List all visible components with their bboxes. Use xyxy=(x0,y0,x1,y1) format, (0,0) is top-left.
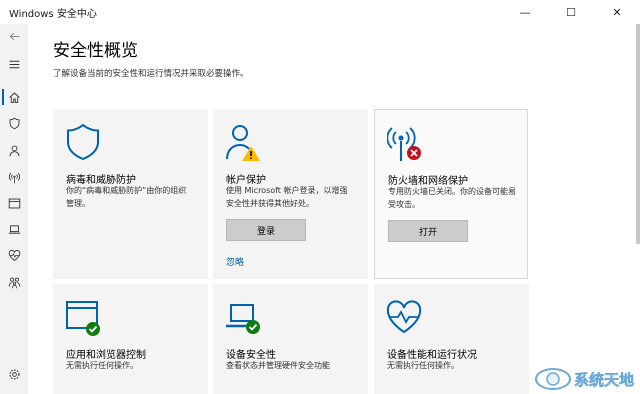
browser-check-icon xyxy=(66,301,100,336)
title-bar: Windows 安全中心 — ☐ ✕ xyxy=(0,0,640,24)
tile-description: 无需执行任何操作。 xyxy=(387,361,459,370)
turn-on-button[interactable]: 打开 xyxy=(388,220,468,242)
laptop-check-icon xyxy=(226,304,260,334)
wireless-error-icon xyxy=(387,127,421,161)
tile-description: 你的“病毒和威胁防护”由你的组织管理。 xyxy=(66,186,187,208)
tile-app-browser[interactable]: 应用和浏览器控制 无需执行任何操作。 xyxy=(53,284,208,394)
watermark-logo xyxy=(534,368,571,390)
person-icon xyxy=(9,145,19,156)
sidebar-item-virus[interactable] xyxy=(0,111,28,135)
close-button[interactable]: ✕ xyxy=(594,0,640,24)
tile-device-performance[interactable]: 设备性能和运行状况 无需执行任何操作。 xyxy=(374,284,529,394)
tile-description: 专用防火墙已关闭。你的设备可能易受攻击。 xyxy=(388,187,516,209)
tile-virus-threat[interactable]: 病毒和威胁防护 你的“病毒和威胁防护”由你的组织管理。 xyxy=(53,109,208,279)
hamburger-icon xyxy=(9,60,19,68)
sidebar-item-performance[interactable] xyxy=(0,243,28,267)
sidebar-item-family[interactable] xyxy=(0,270,28,294)
dismiss-link[interactable]: 忽略 xyxy=(226,255,244,268)
tile-device-security[interactable]: 设备安全性 查看状态并管理硬件安全功能 xyxy=(213,284,368,394)
tile-account-protection[interactable]: 帐户保护 使用 Microsoft 帐户登录，以增强安全性并获得其他好处。 登录… xyxy=(213,109,368,279)
watermark-text: 系统天地 xyxy=(573,370,635,389)
shield-icon xyxy=(67,123,99,161)
family-icon xyxy=(8,277,20,288)
sidebar xyxy=(0,24,28,394)
home-icon xyxy=(8,91,20,103)
tile-description: 无需执行任何操作。 xyxy=(66,361,138,370)
browser-window-icon xyxy=(8,198,20,208)
heart-pulse-icon xyxy=(386,300,422,334)
minimize-button[interactable]: — xyxy=(502,0,548,24)
tile-description: 查看状态并管理硬件安全功能 xyxy=(226,361,330,370)
laptop-icon xyxy=(8,224,20,234)
person-warning-icon xyxy=(226,125,260,161)
watermark: 系统天地 xyxy=(534,366,634,392)
wireless-icon xyxy=(8,172,20,183)
sidebar-item-account[interactable] xyxy=(0,138,28,162)
sidebar-item-settings[interactable] xyxy=(0,362,28,386)
back-arrow-icon xyxy=(9,32,19,40)
scrollbar[interactable] xyxy=(636,24,640,244)
sidebar-item-device-security[interactable] xyxy=(0,217,28,241)
back-button[interactable] xyxy=(0,24,28,48)
gear-icon xyxy=(8,368,20,380)
window-title: Windows 安全中心 xyxy=(9,8,97,20)
page-subtitle: 了解设备当前的安全性和运行情况并采取必要操作。 xyxy=(53,69,249,79)
shield-icon xyxy=(9,117,19,129)
main-content: 安全性概览 了解设备当前的安全性和运行情况并采取必要操作。 病毒和威胁防护 你的… xyxy=(28,24,640,394)
sidebar-item-home[interactable] xyxy=(0,85,28,109)
tile-description: 使用 Microsoft 帐户登录，以增强安全性并获得其他好处。 xyxy=(226,186,348,208)
sidebar-item-firewall[interactable] xyxy=(0,165,28,189)
menu-button[interactable] xyxy=(0,52,28,76)
maximize-button[interactable]: ☐ xyxy=(548,0,594,24)
page-title: 安全性概览 xyxy=(53,41,138,61)
tile-firewall[interactable]: 防火墙和网络保护 专用防火墙已关闭。你的设备可能易受攻击。 打开 xyxy=(374,109,528,279)
sign-in-button[interactable]: 登录 xyxy=(226,219,306,241)
heart-icon xyxy=(8,249,20,261)
sidebar-item-app-browser[interactable] xyxy=(0,191,28,215)
